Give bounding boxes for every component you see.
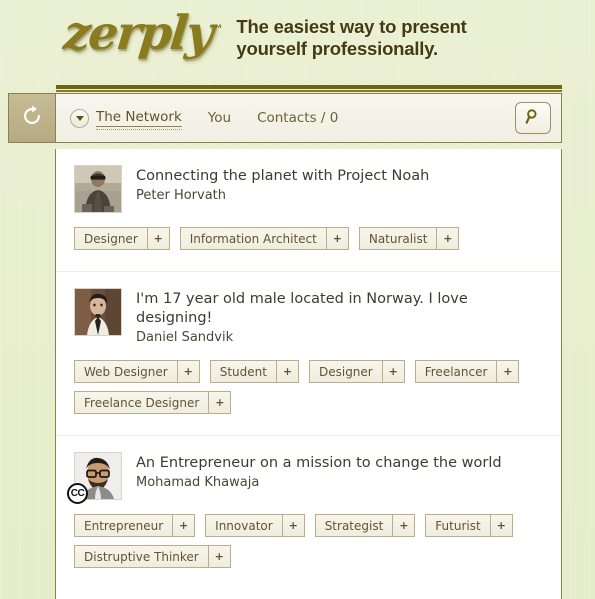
tag-label: Designer [84, 231, 138, 246]
tag-row: Designer + Information Architect + Natur… [56, 227, 561, 258]
entry-text: I'm 17 year old male located in Norway. … [136, 288, 543, 346]
entry-header: Connecting the planet with Project Noah … [56, 165, 561, 213]
tag-add-button[interactable]: + [172, 515, 194, 537]
nav-item-contacts[interactable]: Contacts / 0 [257, 110, 338, 126]
nav-item-you[interactable]: You [208, 110, 231, 126]
tag-label: Entrepreneur [84, 518, 164, 533]
tag-label: Innovator [215, 518, 273, 533]
tag-add-button[interactable]: + [436, 228, 458, 249]
tag-label: Information Architect [189, 231, 317, 246]
tag-label: Student [219, 364, 267, 379]
tag-label: Designer [318, 364, 373, 379]
tag-chip[interactable]: Student + [209, 360, 299, 384]
tag-add-button[interactable]: + [176, 361, 199, 383]
tag-label: Futurist [435, 518, 481, 533]
tag-add-button[interactable]: + [281, 515, 304, 537]
entry-person-name[interactable]: Mohamad Khawaja [136, 474, 502, 492]
tag-add-button[interactable]: + [489, 515, 512, 537]
feed-entry: CC An Entrepreneur on a mission to chang… [56, 436, 561, 589]
avatar-photo-man-sunglasses [74, 165, 122, 213]
tag-add-button[interactable]: + [381, 361, 404, 383]
avatar[interactable] [74, 165, 122, 213]
tag-row: Entrepreneur + Innovator + Strategist + … [56, 514, 561, 576]
tag-chip[interactable]: Naturalist + [358, 227, 460, 250]
search-icon [525, 108, 542, 129]
tag-chip[interactable]: Distruptive Thinker + [74, 545, 231, 569]
zerply-logo[interactable]: zerply™ [61, 6, 225, 61]
tag-chip[interactable]: Designer + [74, 227, 170, 250]
tagline-line-1: The easiest way to present [236, 16, 467, 37]
logo-wordmark: zerply [61, 6, 215, 61]
tag-label: Freelance Designer [84, 395, 200, 410]
navigation-bar: The Network You Contacts / 0 [0, 93, 595, 149]
avatar[interactable]: CC [67, 452, 122, 505]
tag-chip[interactable]: Strategist + [314, 514, 416, 538]
header-divider-rules [56, 85, 562, 93]
entry-header: CC An Entrepreneur on a mission to chang… [56, 452, 561, 505]
tag-chip[interactable]: Innovator + [205, 514, 305, 538]
site-tagline: The easiest way to present yourself prof… [236, 16, 466, 60]
entry-text: An Entrepreneur on a mission to change t… [136, 452, 502, 491]
refresh-button[interactable] [8, 93, 55, 143]
tag-chip[interactable]: Designer + [308, 360, 405, 384]
tag-add-button[interactable]: + [275, 361, 298, 383]
tagline-line-2: yourself professionally. [236, 37, 438, 59]
tag-label: Distruptive Thinker [84, 549, 199, 564]
tag-chip[interactable]: Web Designer + [74, 360, 200, 384]
tag-add-button[interactable]: + [208, 392, 230, 414]
tag-label: Web Designer [84, 364, 168, 379]
tag-label: Naturalist [368, 231, 428, 246]
site-header: zerply™ The easiest way to present yours… [0, 0, 595, 84]
tag-chip[interactable]: Freelance Designer + [74, 391, 232, 415]
trademark-symbol: ™ [211, 23, 223, 36]
tag-add-button[interactable]: + [325, 228, 348, 249]
entry-text: Connecting the planet with Project Noah … [136, 165, 429, 204]
tag-label: Strategist [324, 518, 384, 533]
tag-add-button[interactable]: + [207, 546, 230, 568]
chevron-down-icon[interactable] [70, 108, 89, 128]
tag-label: Freelancer [424, 364, 488, 379]
nav-items-container: The Network You Contacts / 0 [55, 93, 562, 143]
entry-person-name[interactable]: Daniel Sandvik [136, 329, 543, 347]
feed-entry: I'm 17 year old male located in Norway. … [56, 272, 561, 437]
entry-header: I'm 17 year old male located in Norway. … [56, 288, 561, 346]
tag-chip[interactable]: Information Architect + [179, 227, 349, 250]
entry-person-name[interactable]: Peter Horvath [136, 187, 429, 205]
feed-entry: Connecting the planet with Project Noah … [56, 149, 561, 272]
avatar-photo-man-tie [74, 288, 122, 336]
tag-add-button[interactable]: + [496, 361, 518, 383]
tag-add-button[interactable]: + [146, 228, 169, 249]
tag-chip[interactable]: Futurist + [425, 514, 513, 538]
feed-panel: Connecting the planet with Project Noah … [55, 149, 562, 599]
avatar[interactable] [74, 288, 122, 336]
header-rule-thin [56, 90, 562, 92]
entry-headline[interactable]: An Entrepreneur on a mission to change t… [136, 454, 502, 473]
refresh-icon [21, 105, 43, 131]
tag-chip[interactable]: Entrepreneur + [74, 514, 196, 538]
tag-chip[interactable]: Freelancer + [414, 360, 520, 384]
tag-row: Web Designer + Student + Designer + Free… [56, 360, 561, 422]
nav-item-the-network[interactable]: The Network [96, 109, 182, 130]
creative-commons-icon: CC [67, 483, 88, 505]
entry-headline[interactable]: Connecting the planet with Project Noah [136, 167, 429, 186]
entry-headline[interactable]: I'm 17 year old male located in Norway. … [136, 290, 543, 328]
search-button[interactable] [515, 102, 551, 134]
tag-add-button[interactable]: + [392, 515, 414, 537]
